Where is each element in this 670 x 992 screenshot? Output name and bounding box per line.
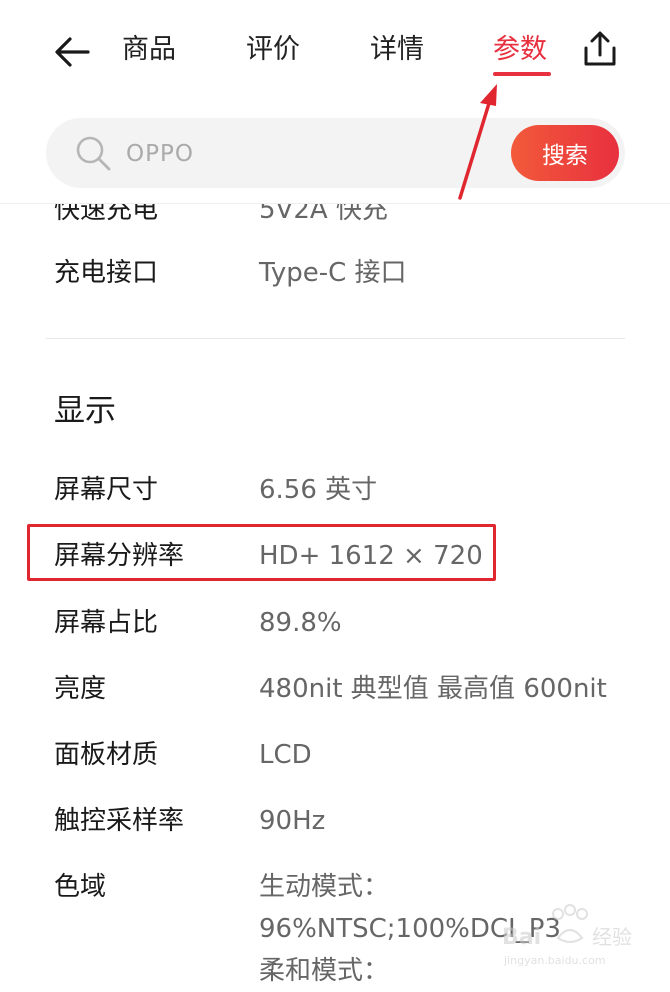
spec-label-brightness: 亮度 [54, 674, 107, 704]
spec-value-charging-port: Type-C 接口 [259, 258, 407, 288]
search-button[interactable]: 搜索 [511, 125, 619, 181]
spec-value-color-gamut: 生动模式： 96%NTSC;100%DCI_P3 柔和模式： [259, 866, 659, 992]
spec-label-screen-size: 屏幕尺寸 [54, 475, 159, 505]
back-arrow-icon [55, 37, 90, 67]
search-input[interactable] [124, 134, 508, 174]
spec-label-charging-port: 充电接口 [54, 258, 159, 288]
spec-value-screen-size: 6.56 英寸 [259, 475, 378, 505]
spec-value-resolution: HD+ 1612 × 720 [259, 541, 483, 571]
header-divider [0, 203, 670, 204]
spec-value-brightness: 480nit 典型值 最高值 600nit [259, 674, 607, 704]
active-tab-indicator [493, 72, 551, 76]
spec-label-screen-ratio: 屏幕占比 [54, 608, 159, 638]
spec-value-panel-material: LCD [259, 740, 312, 770]
color-gamut-line: 生动模式： [259, 872, 390, 902]
color-gamut-line: 柔和模式： [259, 956, 390, 986]
share-icon [584, 31, 616, 66]
top-nav-bar: 商品 评价 详情 参数 [0, 0, 670, 100]
spec-label-panel-material: 面板材质 [54, 740, 159, 770]
search-area: 搜索 [0, 100, 670, 204]
spec-value-touch-sampling: 90Hz [259, 806, 326, 836]
tab-params[interactable]: 参数 [493, 30, 547, 70]
back-button[interactable] [50, 30, 94, 74]
section-title-display: 显示 [54, 393, 116, 429]
tab-reviews[interactable]: 评价 [246, 30, 300, 70]
color-gamut-line: 96%NTSC;100%DCI_P3 [259, 914, 561, 944]
spec-label-touch-sampling: 触控采样率 [54, 806, 185, 836]
search-icon [76, 136, 111, 171]
spec-value-screen-ratio: 89.8% [259, 608, 342, 638]
spec-label-resolution: 屏幕分辨率 [54, 541, 185, 571]
share-button[interactable] [578, 28, 622, 72]
search-bar: 搜索 [46, 118, 625, 188]
tab-product[interactable]: 商品 [122, 30, 176, 70]
spec-label-color-gamut: 色域 [54, 872, 107, 902]
tab-details[interactable]: 详情 [370, 30, 424, 70]
section-divider [46, 338, 625, 339]
